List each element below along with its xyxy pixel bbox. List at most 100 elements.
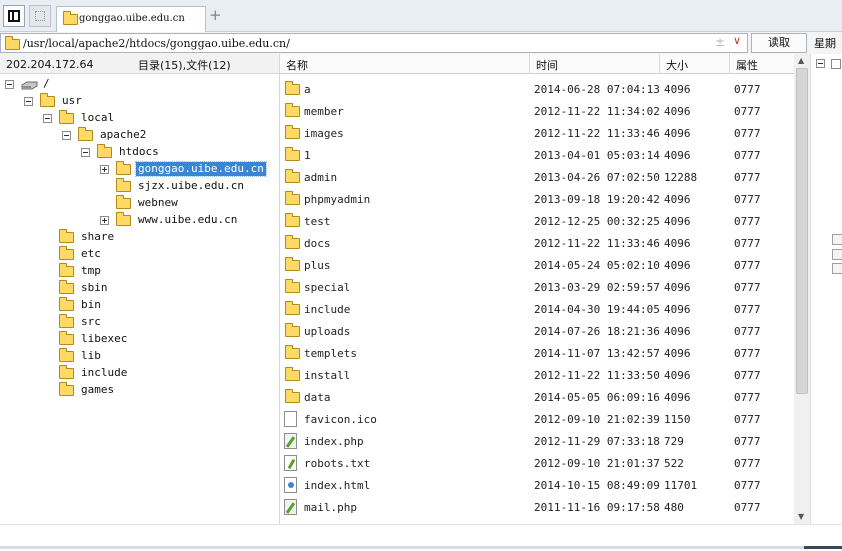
column-time[interactable]: 时间 — [536, 57, 558, 73]
file-time: 2012-11-22 11:33:46 — [534, 237, 660, 250]
file-time: 2014-11-07 13:42:57 — [534, 347, 660, 360]
tree-item-label: www.uibe.edu.cn — [138, 213, 238, 226]
file-row[interactable]: mail.php 2011-11-16 09:17:58 480 0777 — [280, 496, 794, 518]
file-row[interactable]: test 2012-12-25 00:32:25 4096 0777 — [280, 210, 794, 232]
copy-icon[interactable] — [832, 249, 842, 260]
file-size: 4096 — [664, 391, 691, 404]
tree-item-label: sbin — [81, 281, 108, 294]
file-row[interactable]: robots.txt 2012-09-10 21:01:37 522 0777 — [280, 452, 794, 474]
folder-icon — [59, 382, 74, 396]
file-list-header: 名称 时间 大小 属性 — [280, 54, 794, 74]
file-name: a — [304, 83, 311, 96]
folder-icon — [285, 389, 300, 403]
file-row[interactable]: data 2014-05-05 06:09:16 4096 0777 — [280, 386, 794, 408]
folder-icon — [285, 323, 300, 337]
mail-icon[interactable] — [832, 234, 842, 245]
path-input[interactable]: /usr/local/apache2/htdocs/gonggao.uibe.e… — [0, 33, 748, 53]
file-row[interactable]: index.php 2012-11-29 07:33:18 729 0777 — [280, 430, 794, 452]
expand-icon[interactable] — [100, 165, 109, 174]
file-row[interactable]: plus 2014-05-24 05:02:10 4096 0777 — [280, 254, 794, 276]
column-divider[interactable] — [729, 54, 730, 74]
file-row[interactable]: phpmyadmin 2013-09-18 19:20:42 4096 0777 — [280, 188, 794, 210]
folder-icon — [116, 212, 131, 226]
folder-icon — [59, 365, 74, 379]
collapse-icon[interactable] — [81, 148, 90, 157]
folder-icon — [285, 279, 300, 293]
tree-item-label: src — [81, 315, 101, 328]
tree-item-label: htdocs — [119, 145, 159, 158]
status-area — [0, 524, 842, 551]
file-name: index.php — [304, 435, 364, 448]
file-permissions: 0777 — [734, 435, 761, 448]
file-name: phpmyadmin — [304, 193, 371, 206]
file-row[interactable]: images 2012-11-22 11:33:46 4096 0777 — [280, 122, 794, 144]
file-time: 2014-05-24 05:02:10 — [534, 259, 660, 272]
file-row[interactable]: favicon.ico 2012-09-10 21:02:39 1150 0777 — [280, 408, 794, 430]
folder-icon — [285, 81, 300, 95]
folder-icon — [59, 348, 74, 362]
scroll-down-icon[interactable]: ▼ — [798, 512, 804, 521]
html-file-icon — [284, 477, 297, 493]
folder-icon — [116, 195, 131, 209]
chevron-down-icon[interactable]: ∨ — [733, 34, 741, 47]
file-name: include — [304, 303, 351, 316]
folder-icon — [97, 144, 112, 158]
file-row[interactable]: templets 2014-11-07 13:42:57 4096 0777 — [280, 342, 794, 364]
file-row[interactable]: special 2013-03-29 02:59:57 4096 0777 — [280, 276, 794, 298]
file-name: templets — [304, 347, 357, 360]
file-name: install — [304, 369, 351, 382]
file-row[interactable]: member 2012-11-22 11:34:02 4096 0777 — [280, 100, 794, 122]
file-time: 2013-09-18 19:20:42 — [534, 193, 660, 206]
file-row[interactable]: install 2012-11-22 11:33:50 4096 0777 — [280, 364, 794, 386]
column-divider[interactable] — [659, 54, 660, 74]
scroll-up-icon[interactable]: ▲ — [798, 56, 804, 65]
collapse-icon[interactable] — [24, 97, 33, 106]
file-row[interactable]: 1 2013-04-01 05:03:14 4096 0777 — [280, 144, 794, 166]
file-name: docs — [304, 237, 331, 250]
file-row[interactable]: index.html 2014-10-15 08:49:09 11701 0777 — [280, 474, 794, 496]
file-row[interactable]: uploads 2014-07-26 18:21:36 4096 0777 — [280, 320, 794, 342]
read-button[interactable]: 读取 — [751, 33, 807, 53]
file-permissions: 0777 — [734, 215, 761, 228]
file-size: 4096 — [664, 281, 691, 294]
column-name[interactable]: 名称 — [286, 57, 308, 73]
collapse-icon[interactable] — [43, 114, 52, 123]
collapse-icon[interactable] — [816, 59, 825, 68]
vertical-scrollbar[interactable]: ▲ ▼ — [794, 54, 810, 524]
file-permissions: 0777 — [734, 149, 761, 162]
tree-item-label: sjzx.uibe.edu.cn — [138, 179, 244, 192]
pin-icon[interactable]: ± — [715, 35, 725, 49]
file-time: 2011-11-16 09:17:58 — [534, 501, 660, 514]
file-time: 2013-04-01 05:03:14 — [534, 149, 660, 162]
tree-item-label: webnew — [138, 196, 178, 209]
scroll-thumb[interactable] — [796, 68, 808, 394]
txt-file-icon — [284, 455, 297, 471]
file-permissions: 0777 — [734, 259, 761, 272]
file-row[interactable]: include 2014-04-30 19:44:05 4096 0777 — [280, 298, 794, 320]
tree-item-label: usr — [62, 94, 82, 107]
new-tab-button[interactable]: + — [209, 8, 222, 23]
column-divider[interactable] — [529, 54, 530, 74]
status-bar — [0, 546, 842, 549]
folder-icon — [285, 103, 300, 117]
collapse-icon[interactable] — [62, 131, 71, 140]
file-row[interactable]: a 2014-06-28 07:04:13 4096 0777 — [280, 78, 794, 100]
status-indicator — [804, 546, 842, 549]
expand-icon[interactable] — [100, 216, 109, 225]
column-permissions[interactable]: 属性 — [736, 57, 758, 73]
tab-active[interactable]: gonggao.uibe.edu.cn — [56, 6, 206, 32]
file-permissions: 0777 — [734, 83, 761, 96]
sidebar-toggle-button[interactable] — [3, 5, 25, 27]
file-name: images — [304, 127, 344, 140]
file-row[interactable]: docs 2012-11-22 11:33:46 4096 0777 — [280, 232, 794, 254]
file-permissions: 0777 — [734, 193, 761, 206]
collapse-icon[interactable] — [5, 80, 14, 89]
list-icon[interactable] — [832, 263, 842, 274]
file-row[interactable]: admin 2013-04-26 07:02:50 12288 0777 — [280, 166, 794, 188]
file-size: 4096 — [664, 259, 691, 272]
blank-tab-button[interactable] — [29, 5, 51, 27]
column-size[interactable]: 大小 — [666, 57, 688, 73]
file-permissions: 0777 — [734, 391, 761, 404]
file-permissions: 0777 — [734, 127, 761, 140]
folder-icon — [78, 127, 93, 141]
